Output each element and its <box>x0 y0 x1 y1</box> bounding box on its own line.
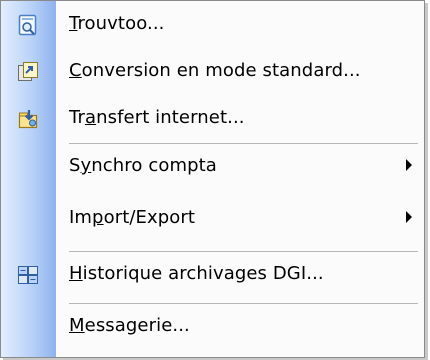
menu-item-messagerie[interactable]: Messagerie... <box>1 303 424 350</box>
menu-item-label: Conversion en mode standard... <box>69 60 361 81</box>
menu-item-conversion-standard[interactable]: Conversion en mode standard... <box>1 48 424 95</box>
menu-item-trouvtoo[interactable]: Trouvtoo... <box>1 1 424 48</box>
context-menu: Trouvtoo... Conversion en mode standard.… <box>0 0 425 358</box>
menu-item-label: Trouvtoo... <box>69 13 165 34</box>
archive-history-icon <box>17 264 39 286</box>
menu-item-label: Synchro compta <box>69 155 217 176</box>
menu-item-label: Transfert internet... <box>69 107 245 128</box>
internet-transfer-icon <box>17 108 39 130</box>
menu-item-historique-archivages[interactable]: Historique archivages DGI... <box>1 251 424 298</box>
menu-item-import-export[interactable]: Import/Export <box>1 195 424 242</box>
menu-item-synchro-compta[interactable]: Synchro compta <box>1 143 424 190</box>
search-document-icon <box>17 14 39 36</box>
submenu-arrow-icon <box>406 159 412 171</box>
menu-item-label: Import/Export <box>69 207 196 228</box>
menu-item-label: Historique archivages DGI... <box>69 263 324 284</box>
menu-item-label: Messagerie... <box>69 315 190 336</box>
menu-item-transfert-internet[interactable]: Transfert internet... <box>1 95 424 142</box>
convert-icon <box>17 61 39 83</box>
submenu-arrow-icon <box>406 211 412 223</box>
